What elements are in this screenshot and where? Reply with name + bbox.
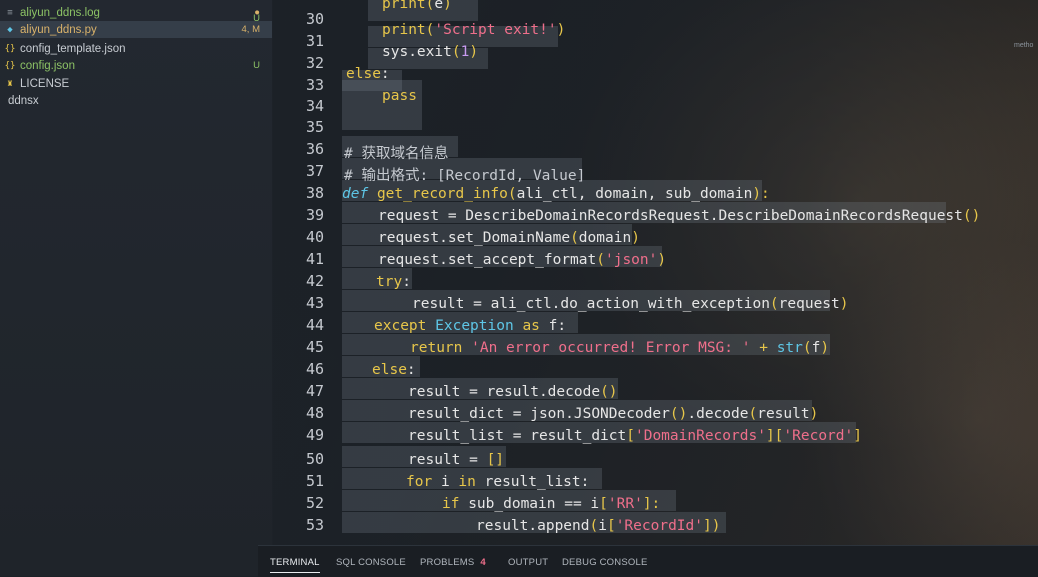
line-number: 41 (305, 250, 324, 268)
code-line-44: except Exception as f: (374, 318, 567, 334)
line-number: 53 (305, 516, 324, 534)
file-name: aliyun_ddns.py (20, 23, 97, 36)
line-number: 50 (305, 450, 324, 468)
line-number: 40 (305, 228, 324, 246)
minimap-hint: metho (1014, 42, 1034, 49)
code-line-42: try: (376, 274, 411, 290)
file-row-config-json[interactable]: {} config.json U (0, 57, 272, 74)
file-row-ddnsx[interactable]: ddnsx (0, 92, 272, 109)
line-number: 34 (305, 97, 324, 115)
code-line-47: result = result.decode() (408, 384, 618, 400)
code-line-53: result.append(i['RecordId']) (476, 518, 721, 534)
line-number: 30 (305, 10, 324, 28)
line-number: 35 (305, 118, 324, 136)
code-line-43: result = ali_ctl.do_action_with_exceptio… (412, 296, 849, 312)
line-number: 51 (305, 472, 324, 490)
file-name: config.json (20, 59, 75, 72)
code-line-50: result = [] (408, 452, 505, 468)
line-number: 39 (305, 206, 324, 224)
file-row-aliyun-ddns-py[interactable]: ◆ aliyun_ddns.py 4, M (0, 21, 272, 38)
file-name: config_template.json (20, 42, 126, 55)
code-line-38: def get_record_info(ali_ctl, domain, sub… (342, 186, 770, 202)
line-number: 45 (305, 338, 324, 356)
code-line-37-comment: # 输出格式: [RecordId, Value] (344, 168, 586, 184)
code-line-46: else: (372, 362, 416, 378)
file-row-status-slot: U (0, 12, 272, 24)
python-file-icon: ◆ (7, 24, 13, 35)
tab-problems[interactable]: PROBLEMS 4 (420, 557, 486, 568)
code-editor[interactable]: 30 31 32 33 34 35 36 37 38 39 40 41 42 4… (272, 0, 1038, 545)
code-line-49: result_list = result_dict['DomainRecords… (408, 428, 862, 444)
file-status-badge: 4, M (241, 24, 260, 35)
line-number: 43 (305, 294, 324, 312)
code-line-30: print(e) (382, 0, 452, 12)
tab-sql-console[interactable]: SQL CONSOLE (336, 557, 406, 568)
code-line-52: if sub_domain == i['RR']: (442, 496, 661, 512)
line-number: 33 (305, 76, 324, 94)
code-line-34: pass (382, 88, 417, 104)
tab-output[interactable]: OUTPUT (508, 557, 548, 568)
code-line-48: result_dict = json.JSONDecoder().decode(… (408, 406, 819, 422)
code-line-36-comment: # 获取域名信息 (344, 146, 449, 162)
code-line-32: sys.exit(1) (382, 44, 479, 60)
file-row-license[interactable]: ♜ LICENSE (0, 75, 272, 92)
file-status-badge: U (253, 12, 260, 24)
line-number: 46 (305, 360, 324, 378)
code-line-33: else: (346, 66, 390, 82)
line-number: 32 (305, 54, 324, 72)
explorer-sidebar: ≡ aliyun_ddns.log ● ◆ aliyun_ddns.py 4, … (0, 0, 273, 576)
code-line-39: request = DescribeDomainRecordsRequest.D… (378, 208, 981, 224)
line-number: 37 (305, 162, 324, 180)
line-number: 42 (305, 272, 324, 290)
line-number: 44 (305, 316, 324, 334)
file-status-badge: U (253, 60, 260, 71)
code-line-51: for i in result_list: (406, 474, 590, 490)
panel-tab-bar: TERMINAL SQL CONSOLE PROBLEMS 4 OUTPUT DE… (258, 545, 1038, 577)
line-number: 49 (305, 426, 324, 444)
line-number: 38 (305, 184, 324, 202)
tab-debug-console[interactable]: DEBUG CONSOLE (562, 557, 647, 568)
problems-count-badge: 4 (480, 557, 486, 568)
code-line-45: return 'An error occurred! Error MSG: ' … (410, 340, 830, 356)
line-number-gutter: 30 31 32 33 34 35 36 37 38 39 40 41 42 4… (272, 0, 332, 545)
json-file-icon: {} (4, 43, 16, 54)
line-number: 47 (305, 382, 324, 400)
json-file-icon: {} (4, 60, 16, 71)
file-name: LICENSE (20, 77, 70, 90)
file-name: ddnsx (8, 94, 39, 107)
file-row-config-template-json[interactable]: {} config_template.json (0, 40, 272, 57)
line-number: 48 (305, 404, 324, 422)
line-number: 31 (305, 32, 324, 50)
tab-terminal[interactable]: TERMINAL (270, 557, 320, 573)
tab-problems-label: PROBLEMS (420, 557, 475, 568)
line-number: 36 (305, 140, 324, 158)
line-number: 52 (305, 494, 324, 512)
license-file-icon: ♜ (7, 78, 13, 89)
code-line-41: request.set_accept_format('json') (378, 252, 667, 268)
code-line-31: print('Script exit!') (382, 22, 566, 38)
code-line-40: request.set_DomainName(domain) (378, 230, 640, 246)
